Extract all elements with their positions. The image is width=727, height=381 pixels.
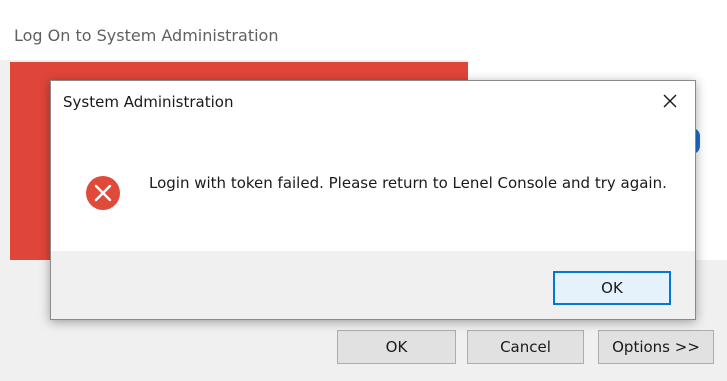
- screen: Log On to System Administration OK Cance…: [0, 0, 727, 381]
- logon-window-title: Log On to System Administration: [14, 26, 279, 45]
- logon-cancel-button[interactable]: Cancel: [467, 330, 584, 364]
- error-dialog: System Administration Login with token f…: [50, 80, 696, 320]
- error-icon: [86, 176, 120, 210]
- logon-ok-button[interactable]: OK: [337, 330, 456, 364]
- logon-options-button[interactable]: Options >>: [598, 330, 714, 364]
- dialog-message: Login with token failed. Please return t…: [149, 174, 667, 192]
- close-icon-glyph: [663, 94, 677, 108]
- dialog-ok-button[interactable]: OK: [553, 271, 671, 305]
- dialog-titlebar: System Administration: [51, 81, 695, 121]
- dialog-title: System Administration: [63, 93, 234, 111]
- dialog-body: Login with token failed. Please return t…: [51, 121, 695, 251]
- close-icon[interactable]: [655, 87, 685, 115]
